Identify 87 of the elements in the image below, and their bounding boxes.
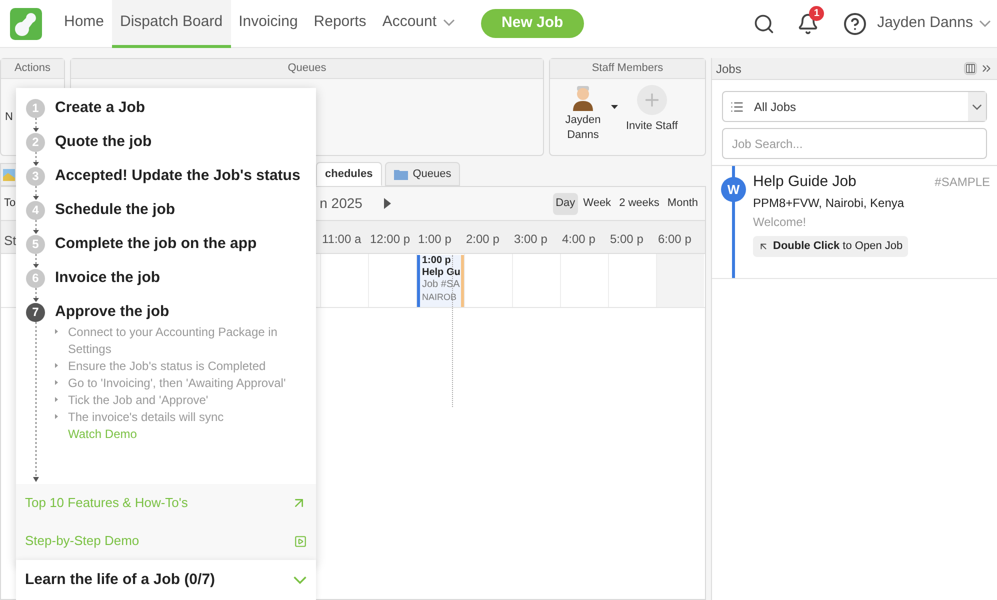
- event-time: 1:00 p: [422, 255, 452, 267]
- chevron-icon: [293, 576, 307, 584]
- hour-header: 2:00 p: [465, 231, 500, 248]
- staff-name[interactable]: Jayden Danns: [558, 113, 608, 143]
- collapse-icon[interactable]: [980, 62, 993, 75]
- hour-header: 11:00 a: [321, 231, 362, 248]
- step-label[interactable]: Accepted! Update the Job's status: [55, 164, 300, 188]
- bullet-icon: [55, 414, 58, 419]
- connector-arrow: [32, 254, 38, 268]
- pointer-icon: [758, 240, 769, 252]
- bullet-icon: [55, 363, 58, 368]
- date-label: n 2025: [320, 194, 362, 213]
- step-detail: Tick the Job and 'Approve': [68, 392, 208, 409]
- step-detail: Ensure the Job's status is Completed: [68, 358, 266, 375]
- event-title: Help Gu: [422, 267, 461, 279]
- panel-title: Queues: [288, 61, 326, 76]
- step-label[interactable]: Quote the job: [55, 130, 152, 154]
- panel-title: Jobs: [716, 60, 742, 78]
- view-range-button[interactable]: Day: [552, 192, 578, 214]
- nav-tab[interactable]: Reports: [306, 0, 374, 48]
- view-range-button[interactable]: Week: [580, 192, 614, 214]
- action-label: N: [5, 110, 13, 125]
- view-range-button[interactable]: 2 weeks: [616, 192, 662, 214]
- columns-icon[interactable]: [964, 62, 977, 75]
- view-tab[interactable]: Queues: [384, 162, 460, 186]
- step-label[interactable]: Create a Job: [55, 96, 146, 120]
- list-icon: [730, 100, 744, 114]
- connector-arrow: [32, 152, 38, 166]
- connector-arrow: [32, 220, 38, 234]
- bullet-icon: [55, 329, 58, 334]
- step-label[interactable]: Complete the job on the app: [55, 232, 257, 256]
- step-detail: Go to 'Invoicing', then 'Awaiting Approval': [68, 375, 286, 392]
- step-label[interactable]: Approve the job: [55, 300, 170, 324]
- hour-header: 6:00 p: [657, 231, 692, 248]
- caret-icon[interactable]: [611, 105, 618, 109]
- view-range-button[interactable]: Month: [664, 192, 701, 214]
- hint-text: Double Click to Open Job: [773, 238, 903, 254]
- job-avatar: W: [721, 177, 746, 202]
- chevron-icon: [979, 20, 991, 27]
- connector-arrow: [32, 288, 38, 302]
- event-location: NAIROB: [422, 291, 458, 303]
- job-title: Help Guide Job: [753, 172, 856, 192]
- job-note: Welcome!: [753, 214, 808, 230]
- folder-icon: [394, 168, 408, 180]
- nav-tab[interactable]: Dispatch Board: [112, 0, 231, 48]
- dropdown-toggle[interactable]: [968, 92, 986, 121]
- hour-header: 5:00 p: [609, 231, 644, 248]
- panel-title: Actions: [14, 61, 51, 76]
- user-menu[interactable]: Jayden Danns: [877, 12, 997, 35]
- job-number: #SAMPLE: [934, 174, 990, 191]
- step-detail: Connect to your Accounting Package in Settings: [68, 324, 278, 358]
- step-label[interactable]: Invoice the job: [55, 266, 160, 290]
- notification-badge: 1: [809, 6, 824, 20]
- event-number: Job #SA: [422, 279, 461, 291]
- step-number: 7: [26, 302, 45, 322]
- hour-header: 1:00 p: [417, 231, 452, 248]
- play-icon: [294, 534, 307, 548]
- bullet-icon: [55, 380, 58, 385]
- guide-summary-bar[interactable]: Learn the life of a Job (0/7): [16, 560, 316, 600]
- nav-tab[interactable]: Home: [56, 0, 112, 48]
- nav-tab[interactable]: Invoicing: [230, 0, 306, 48]
- connector-arrow: [32, 186, 38, 200]
- help-icon[interactable]: [843, 12, 868, 36]
- toolbar-label: To: [4, 196, 16, 212]
- view-tab[interactable]: chedules: [316, 162, 382, 186]
- column-header: St: [4, 233, 16, 248]
- job-search-field[interactable]: Job Search...: [722, 128, 987, 159]
- hour-header: 12:00 p: [369, 231, 412, 248]
- search-icon[interactable]: [753, 12, 776, 34]
- invite-staff-label[interactable]: Invite Staff: [626, 118, 678, 134]
- connector-arrow: [32, 118, 38, 132]
- chevron-icon: [972, 104, 982, 110]
- avatar-icon: [572, 85, 594, 111]
- summary-title: Learn the life of a Job (0/7): [25, 570, 216, 590]
- hour-header: 4:00 p: [561, 231, 596, 248]
- logo-icon[interactable]: [10, 8, 42, 40]
- hour-header: 3:00 p: [513, 231, 548, 248]
- job-card[interactable]: W Help Guide Job #SAMPLE PPM8+FVW, Nairobi, Kenya Welcome! Double Click to Open Job: [712, 166, 997, 279]
- job-filter-select[interactable]: All Jobs: [722, 91, 987, 122]
- bullet-icon: [55, 397, 58, 402]
- panel-title: Staff Members: [592, 61, 664, 76]
- step-detail: The invoice's details will sync: [68, 409, 224, 426]
- next-arrow-icon[interactable]: [384, 198, 392, 209]
- job-address: PPM8+FVW, Nairobi, Kenya: [753, 194, 906, 212]
- job-event[interactable]: 1:00 p Help Gu Job #SA NAIROB: [417, 255, 464, 307]
- nav-tab[interactable]: Account: [374, 0, 463, 48]
- step-label[interactable]: Schedule the job: [55, 198, 176, 222]
